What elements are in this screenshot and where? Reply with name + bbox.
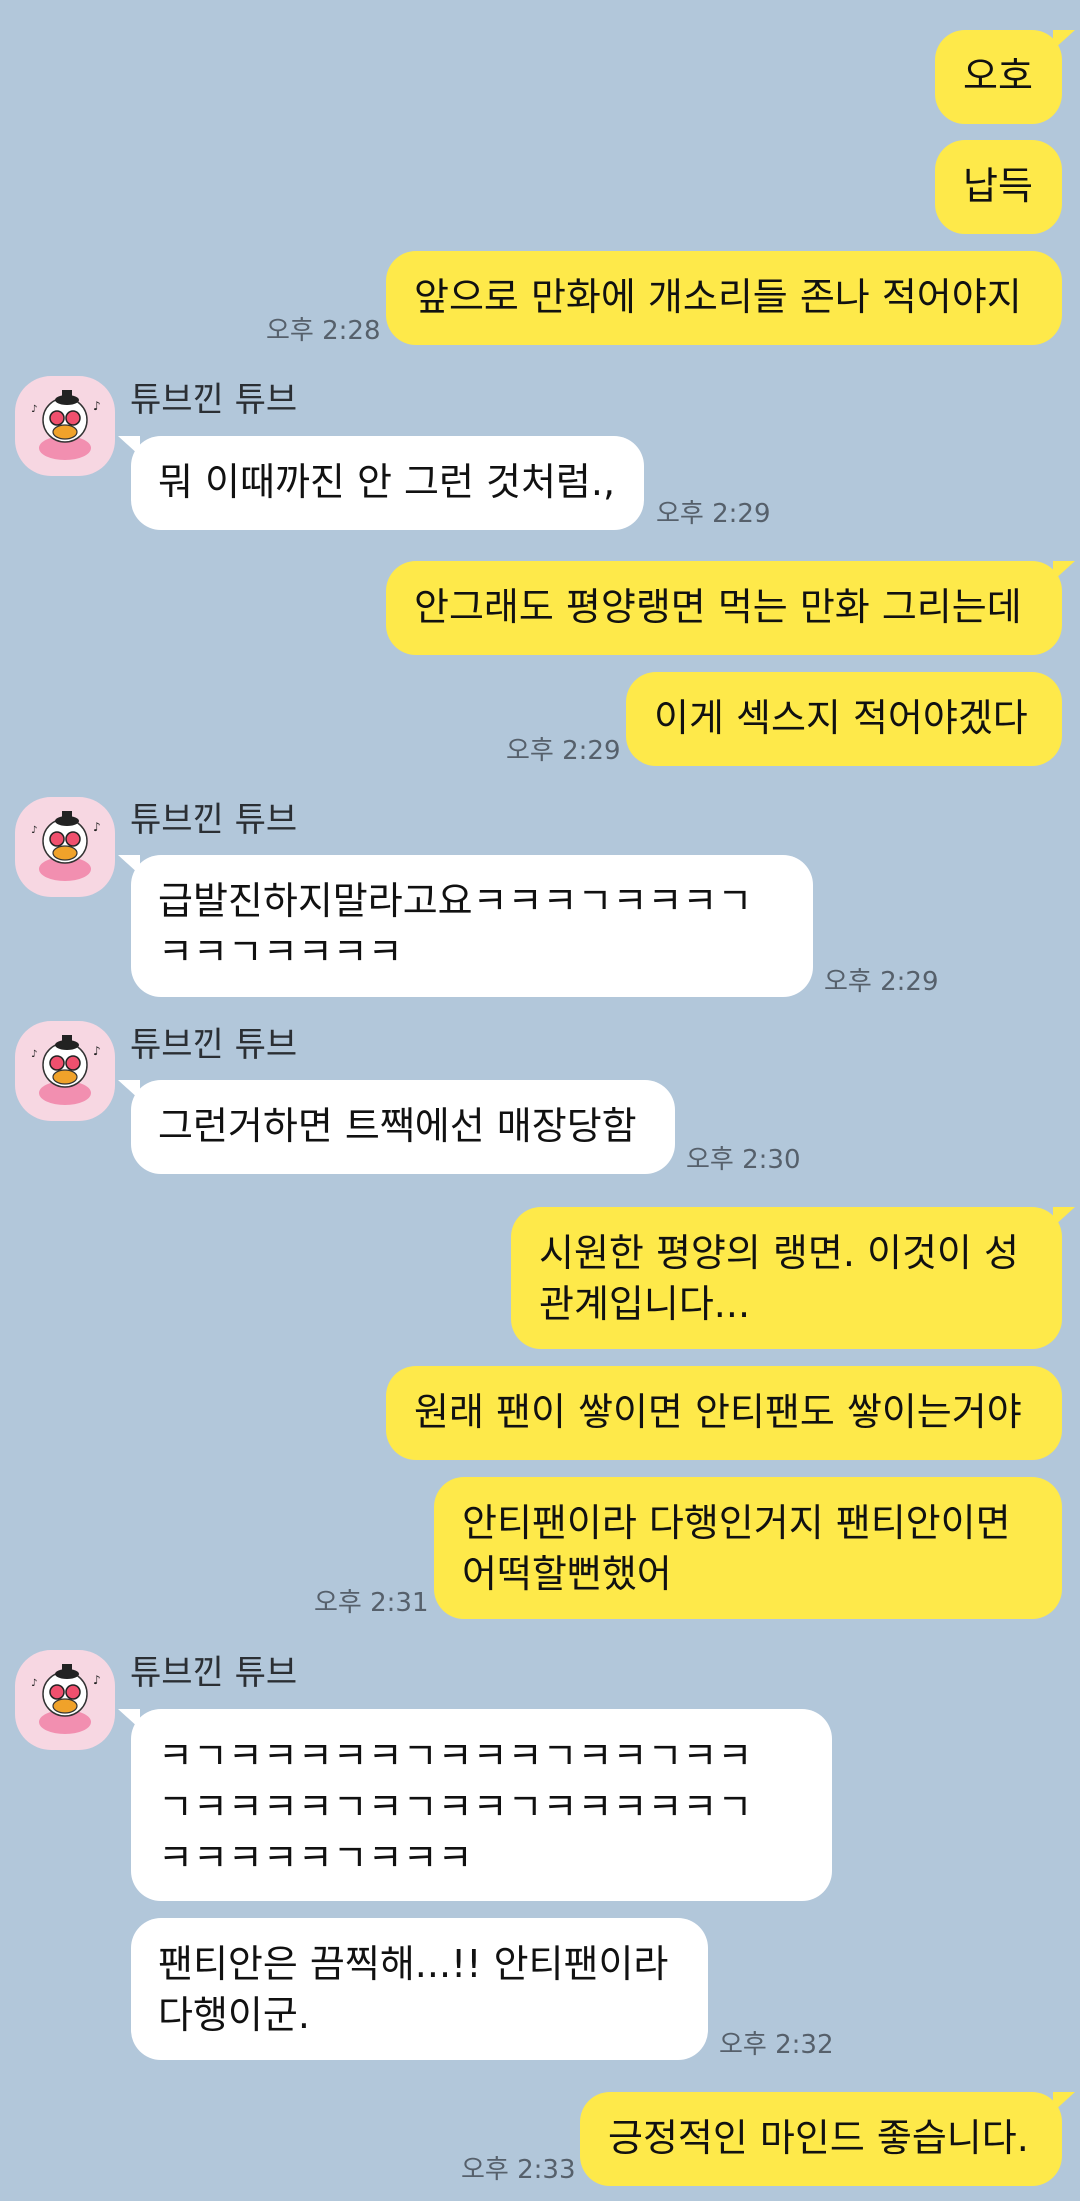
message-text: 안그래도 평양랭면 먹는 만화 그리는데 [414, 585, 1022, 629]
my-message-bubble[interactable]: 원래 팬이 쌓이면 안티팬도 쌓이는거야 [386, 1366, 1062, 1460]
message-text: 오호 [963, 54, 1033, 98]
my-message-bubble[interactable]: 오호 [935, 30, 1075, 124]
message-timestamp: 오후 2:32 [719, 2030, 834, 2060]
message-timestamp: 오후 2:29 [506, 736, 621, 766]
sender-name: 튜브낀 튜브 [130, 1653, 298, 1693]
message-text: 앞으로 만화에 개소리들 존나 적어야지 [414, 275, 1022, 319]
message-text: 이게 섹스지 적어야겠다 [654, 696, 1028, 740]
contact-avatar[interactable]: ♪ ♪ [15, 376, 115, 476]
my-message-bubble[interactable]: 안티팬이라 다행인거지 팬티안이면 어떡할뻔했어 [434, 1477, 1062, 1619]
message-text-line: 급발진하지말라고요ㅋㅋㅋㄱㅋㅋㅋㄱ [158, 879, 753, 923]
message-text-line: 어떡할뻔했어 [462, 1552, 672, 1596]
their-message-bubble[interactable]: 뭐 이때까진 안 그런 것처럼., [118, 436, 644, 530]
my-message-bubble[interactable]: 납득 [935, 140, 1062, 234]
tube-duck-character-icon: ♪ ♪ [31, 390, 101, 460]
svg-text:♪: ♪ [31, 404, 37, 415]
message-timestamp: 오후 2:30 [686, 1145, 801, 1175]
svg-text:♪: ♪ [31, 825, 37, 836]
message-text-line: 안티팬이라 다행인거지 팬티안이면 [462, 1501, 1011, 1545]
message-text-line: 관계입니다... [539, 1282, 751, 1326]
message-timestamp: 오후 2:31 [314, 1588, 429, 1618]
message-text-line: 다행이군. [158, 1993, 310, 2037]
message-timestamp: 오후 2:33 [461, 2155, 576, 2185]
my-message-bubble[interactable]: 시원한 평양의 랭면. 이것이 성 관계입니다... [511, 1207, 1075, 1349]
message-timestamp: 오후 2:29 [824, 967, 939, 997]
contact-avatar[interactable]: ♪ ♪ [15, 1650, 115, 1750]
their-message-bubble[interactable]: 그런거하면 트짹에선 매장당함 [118, 1080, 675, 1174]
svg-text:♪: ♪ [93, 399, 101, 413]
my-message-bubble[interactable]: 긍정적인 마인드 좋습니다. [580, 2092, 1075, 2186]
svg-text:♪: ♪ [93, 1673, 101, 1687]
svg-text:♪: ♪ [31, 1049, 37, 1060]
message-text: 그런거하면 트짹에선 매장당함 [158, 1104, 637, 1148]
sender-name: 튜브낀 튜브 [130, 1025, 298, 1065]
svg-text:♪: ♪ [93, 1044, 101, 1058]
their-message-bubble[interactable]: ㅋㄱㅋㅋㅋㅋㅋㄱㅋㅋㅋㄱㅋㅋㄱㅋㅋ ㄱㅋㅋㅋㅋㄱㅋㄱㅋㅋㄱㅋㅋㅋㅋㅋㄱ ㅋㅋㅋㅋ… [118, 1709, 832, 1901]
their-message-bubble[interactable]: 팬티안은 끔찍해...!! 안티팬이라 다행이군. [131, 1918, 708, 2060]
sender-name: 튜브낀 튜브 [130, 380, 298, 420]
message-text: 긍정적인 마인드 좋습니다. [608, 2116, 1029, 2160]
tube-duck-character-icon: ♪ ♪ [31, 1664, 101, 1734]
message-text: 납득 [963, 164, 1033, 208]
message-timestamp: 오후 2:28 [266, 316, 381, 346]
tube-duck-character-icon: ♪ ♪ [31, 1035, 101, 1105]
message-text-line: 팬티안은 끔찍해...!! 안티팬이라 [158, 1942, 669, 1986]
message-text-line: ㅋㅋㅋㅋㅋㄱㅋㅋㅋ [158, 1836, 473, 1880]
contact-avatar[interactable]: ♪ ♪ [15, 797, 115, 897]
my-message-bubble[interactable]: 이게 섹스지 적어야겠다 [626, 672, 1062, 766]
svg-text:♪: ♪ [31, 1678, 37, 1689]
contact-avatar[interactable]: ♪ ♪ [15, 1021, 115, 1121]
tube-duck-character-icon: ♪ ♪ [31, 811, 101, 881]
their-message-bubble[interactable]: 급발진하지말라고요ㅋㅋㅋㄱㅋㅋㅋㄱ ㅋㅋㄱㅋㅋㅋㅋ [118, 855, 813, 997]
message-text-line: ㄱㅋㅋㅋㅋㄱㅋㄱㅋㅋㄱㅋㅋㅋㅋㅋㄱ [158, 1785, 753, 1829]
my-message-bubble[interactable]: 안그래도 평양랭면 먹는 만화 그리는데 [386, 561, 1075, 655]
message-text-line: 시원한 평양의 랭면. 이것이 성 [539, 1231, 1019, 1275]
message-text: 원래 팬이 쌓이면 안티팬도 쌓이는거야 [414, 1390, 1022, 1434]
svg-text:♪: ♪ [93, 820, 101, 834]
sender-name: 튜브낀 튜브 [130, 800, 298, 840]
my-message-bubble[interactable]: 앞으로 만화에 개소리들 존나 적어야지 [386, 251, 1062, 345]
message-text: 뭐 이때까진 안 그런 것처럼., [158, 460, 616, 504]
message-text-line: ㅋㄱㅋㅋㅋㅋㅋㄱㅋㅋㅋㄱㅋㅋㄱㅋㅋ [158, 1734, 753, 1778]
message-timestamp: 오후 2:29 [656, 499, 771, 529]
message-text-line: ㅋㅋㄱㅋㅋㅋㅋ [158, 930, 403, 974]
